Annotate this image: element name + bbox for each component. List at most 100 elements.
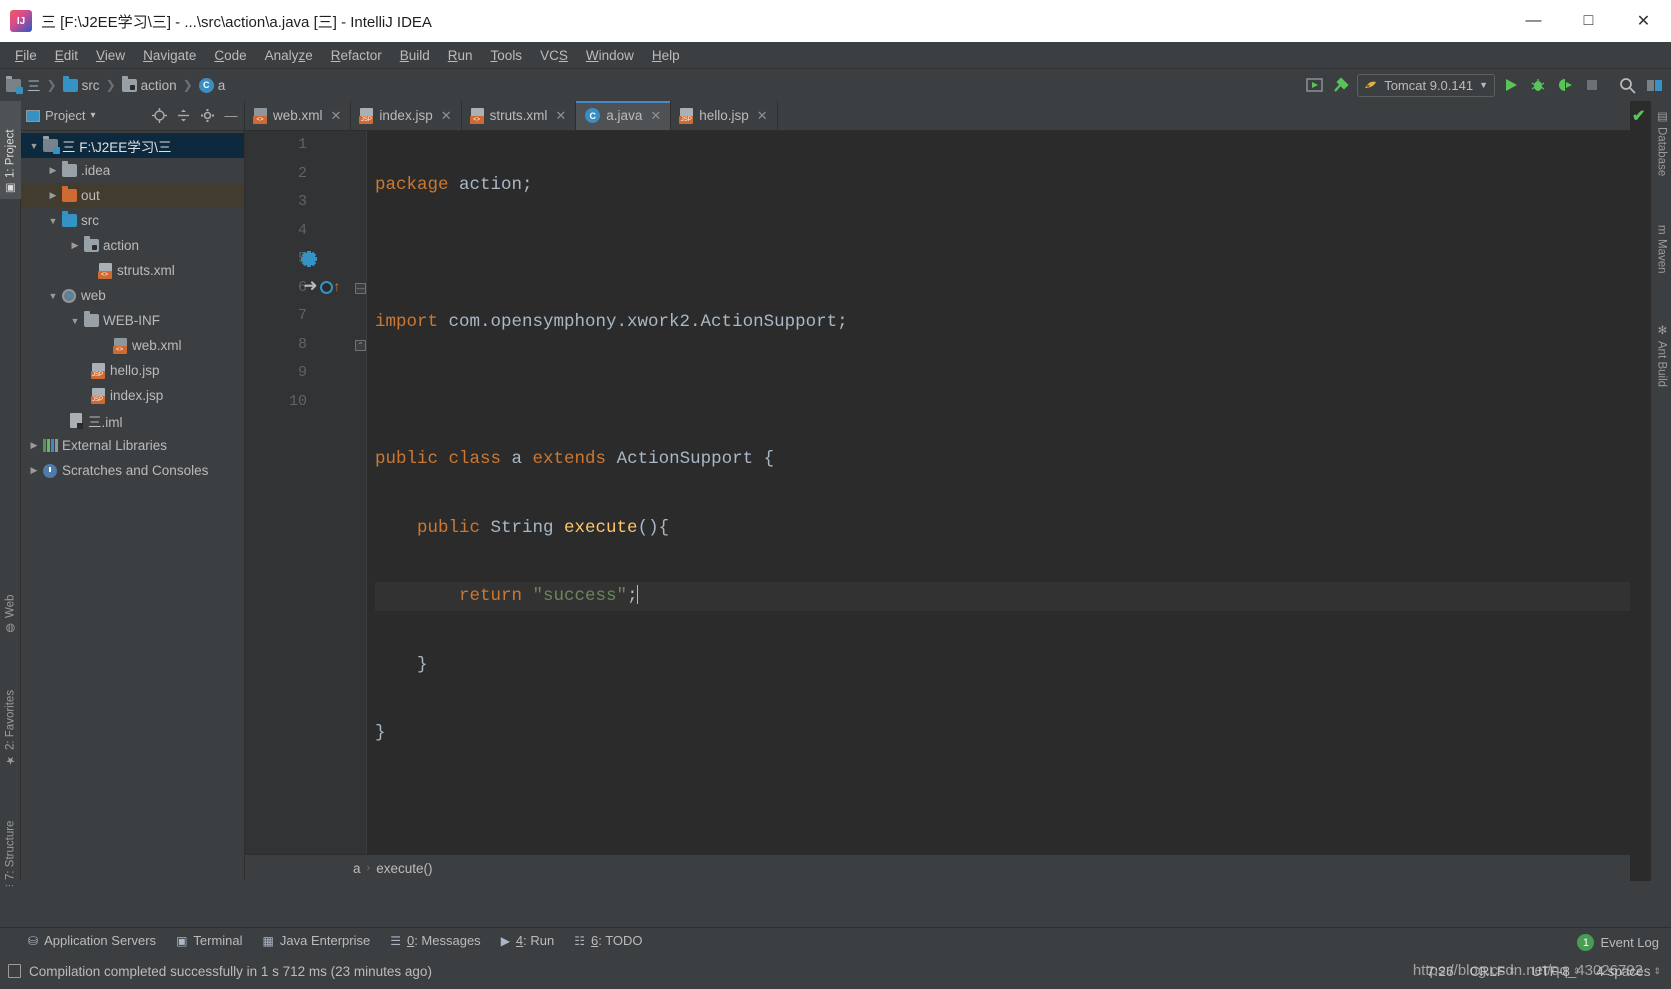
sidebar-item-favorites[interactable]: ★ 2: Favorites (0, 661, 21, 771)
tool-button-application-servers[interactable]: ⛁ Application Servers (28, 933, 156, 948)
collapse-arrow-icon[interactable]: ▼ (68, 316, 82, 326)
code-text[interactable]: package action; import com.opensymphony.… (367, 131, 1630, 854)
status-message[interactable]: Compilation completed successfully in 1 … (8, 964, 432, 979)
inspection-ok-icon[interactable]: ✔ (1632, 106, 1645, 126)
maximize-button[interactable]: □ (1561, 0, 1616, 42)
editor-tab-hello-jsp[interactable]: hello.jsp ✕ (671, 101, 778, 130)
caret-position-widget[interactable]: 7:26 (1427, 964, 1454, 979)
close-icon[interactable]: ✕ (650, 108, 661, 124)
menu-vcs[interactable]: VCS (531, 45, 577, 66)
run-icon[interactable] (1500, 74, 1522, 96)
tree-item-web-xml[interactable]: web.xml (21, 333, 244, 358)
menu-help[interactable]: Help (643, 45, 689, 66)
tool-button-messages[interactable]: ☰ 0: Messages (390, 933, 480, 948)
fold-region-end-icon[interactable]: ⌃ (355, 340, 366, 351)
close-button[interactable]: ✕ (1616, 0, 1671, 42)
minimize-button[interactable]: — (1506, 0, 1561, 42)
sidebar-item-maven[interactable]: m Maven (1651, 221, 1671, 301)
editor-tab-struts-xml[interactable]: struts.xml ✕ (462, 101, 577, 130)
settings-icon[interactable] (1643, 74, 1665, 96)
collapse-all-icon[interactable] (175, 108, 191, 124)
search-everywhere-icon[interactable] (1616, 74, 1638, 96)
chevron-down-icon[interactable]: ▾ (90, 110, 95, 121)
close-icon[interactable]: ✕ (757, 108, 768, 124)
menu-code[interactable]: Code (205, 45, 255, 66)
editor-tab-web-xml[interactable]: web.xml ✕ (245, 101, 352, 130)
tree-item-project-root[interactable]: ▼ 三 F:\J2EE学习\三 (21, 133, 244, 158)
tool-button-todo[interactable]: ☷ 6: TODO (574, 933, 642, 948)
expand-arrow-icon[interactable]: ▶ (27, 465, 41, 476)
expand-arrow-icon[interactable]: ▶ (27, 440, 41, 451)
close-icon[interactable]: ✕ (441, 108, 452, 124)
breadcrumb-project[interactable]: 三 (27, 75, 41, 95)
tree-item-out[interactable]: ▶ out (21, 183, 244, 208)
menu-build[interactable]: Build (391, 45, 439, 66)
tree-item-src[interactable]: ▼ src (21, 208, 244, 233)
sidebar-item-project[interactable]: ▣ 1: Project (0, 101, 21, 199)
editor-tab-index-jsp[interactable]: index.jsp ✕ (351, 101, 462, 130)
run-with-coverage-icon[interactable] (1554, 74, 1576, 96)
fold-region-collapse-icon[interactable]: — (355, 283, 366, 294)
project-tree[interactable]: ▼ 三 F:\J2EE学习\三 ▶ .idea ▶ out ▼ src ▶ ac… (21, 131, 244, 881)
tree-item-idea[interactable]: ▶ .idea (21, 158, 244, 183)
project-panel-title[interactable]: Project ▾ (26, 108, 96, 123)
tool-button-terminal[interactable]: ▣ Terminal (176, 933, 242, 948)
menu-analyze[interactable]: Analyze (256, 45, 322, 66)
close-icon[interactable]: ✕ (555, 108, 566, 124)
update-running-app-icon[interactable] (1303, 74, 1325, 96)
implementing-method-icon[interactable] (319, 281, 333, 295)
overriding-method-arrow-icon[interactable]: ➜ (303, 279, 317, 296)
menu-window[interactable]: Window (577, 45, 643, 66)
chevron-down-icon[interactable]: ▼ (1479, 80, 1488, 90)
breadcrumb-method-crumb[interactable]: execute() (376, 861, 432, 876)
build-hammer-icon[interactable] (1330, 74, 1352, 96)
menu-tools[interactable]: Tools (482, 45, 532, 66)
locate-icon[interactable] (151, 108, 167, 124)
breadcrumb-class-crumb[interactable]: a (353, 861, 361, 876)
tree-item-scratches[interactable]: ▶ Scratches and Consoles (21, 458, 244, 483)
editor-tab-a-java[interactable]: a.java ✕ (576, 101, 672, 130)
expand-arrow-icon[interactable]: ▶ (46, 190, 60, 201)
run-configuration-selector[interactable]: Tomcat 9.0.141 ▼ (1357, 73, 1495, 97)
tool-button-run[interactable]: ▶ 4: Run (501, 933, 555, 948)
debug-icon[interactable] (1527, 74, 1549, 96)
hide-icon[interactable]: — (223, 108, 239, 124)
code-column[interactable]: — ⌃ package action; import com.opensymph… (353, 131, 1630, 854)
menu-edit[interactable]: Edit (46, 45, 87, 66)
breadcrumb-action[interactable]: action (121, 75, 177, 93)
event-log-button[interactable]: 1 Event Log (1577, 934, 1659, 951)
line-separator-widget[interactable]: CRLF ⇕ (1470, 964, 1516, 979)
collapse-arrow-icon[interactable]: ▼ (46, 216, 60, 226)
sidebar-item-structure[interactable]: ⫶ 7: Structure (0, 791, 21, 891)
expand-arrow-icon[interactable]: ▶ (68, 240, 82, 251)
tree-item-web[interactable]: ▼ web (21, 283, 244, 308)
recompile-gear-icon[interactable] (301, 251, 317, 268)
gear-icon[interactable] (199, 108, 215, 124)
tree-item-action[interactable]: ▶ action (21, 233, 244, 258)
tree-item-index-jsp[interactable]: index.jsp (21, 383, 244, 408)
menu-refactor[interactable]: Refactor (322, 45, 391, 66)
menu-navigate[interactable]: Navigate (134, 45, 205, 66)
menu-file[interactable]: File (6, 45, 46, 66)
up-arrow-icon[interactable]: ↑ (333, 281, 341, 295)
encoding-widget[interactable]: UTF-8 ⇕ (1532, 964, 1581, 979)
menu-view[interactable]: View (87, 45, 134, 66)
sidebar-item-ant-build[interactable]: ✻ Ant Build (1651, 319, 1671, 409)
menu-run[interactable]: Run (439, 45, 482, 66)
breadcrumb-class[interactable]: a (198, 77, 225, 93)
collapse-arrow-icon[interactable]: ▼ (46, 291, 60, 301)
close-icon[interactable]: ✕ (331, 108, 342, 124)
sidebar-item-web[interactable]: ◍ Web (0, 571, 21, 639)
sidebar-item-database[interactable]: ▤ Database (1651, 105, 1671, 203)
tree-item-hello-jsp[interactable]: hello.jsp (21, 358, 244, 383)
tree-item-external-libraries[interactable]: ▶ External Libraries (21, 433, 244, 458)
editor-gutter[interactable]: 1 2 3 4 5 6 ➜ ↑ (245, 131, 353, 854)
tool-button-java-enterprise[interactable]: ▦ Java Enterprise (263, 933, 371, 948)
fold-gutter[interactable]: — ⌃ (353, 131, 367, 854)
indent-widget[interactable]: 4 spaces ⇕ (1596, 964, 1661, 979)
tree-item-web-inf[interactable]: ▼ WEB-INF (21, 308, 244, 333)
expand-arrow-icon[interactable]: ▶ (46, 165, 60, 176)
tree-item-iml[interactable]: 三.iml (21, 408, 244, 433)
expand-arrow-icon[interactable]: ▼ (27, 141, 41, 151)
tree-item-struts-xml[interactable]: struts.xml (21, 258, 244, 283)
